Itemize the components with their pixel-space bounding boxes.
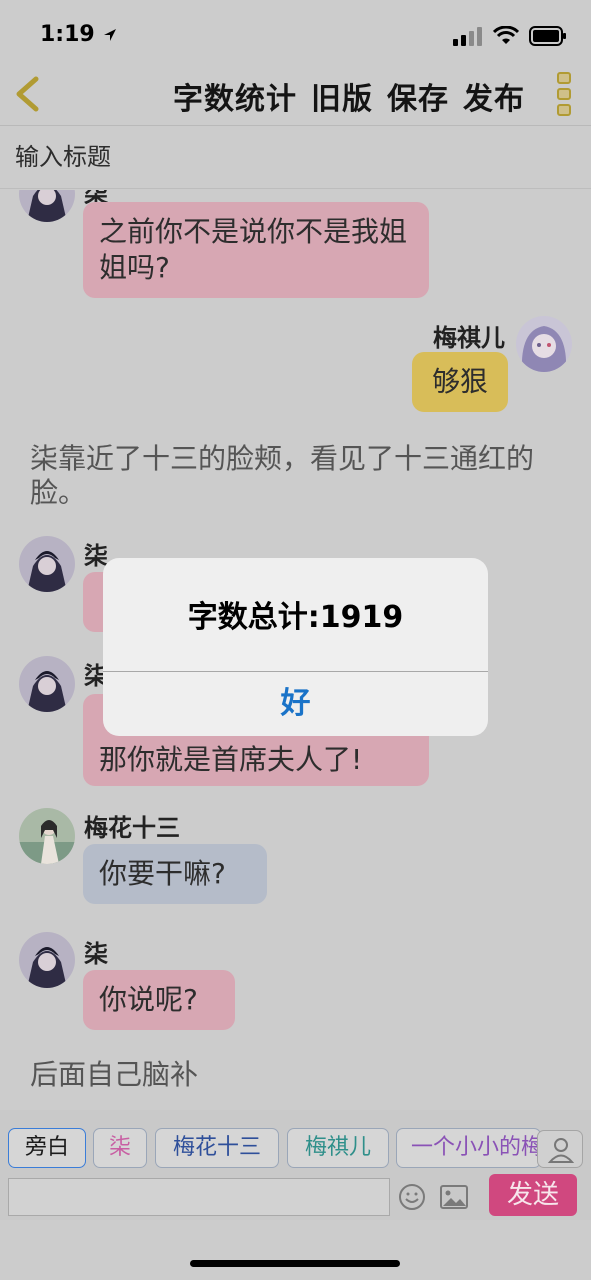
speaker-name: 梅花十三 [84, 814, 180, 842]
profile-button[interactable] [537, 1130, 583, 1168]
status-icons [453, 26, 567, 46]
publish-button[interactable]: 发布 [463, 74, 525, 118]
speaker-name: 柒 [84, 940, 108, 968]
speaker-chip-xiaoxiao[interactable]: 一个小小的梅 [396, 1128, 541, 1168]
person-icon [547, 1138, 575, 1163]
message-bubble[interactable]: 够狠 [412, 352, 508, 412]
send-button[interactable]: 发送 [489, 1174, 577, 1216]
avatar[interactable] [516, 316, 572, 372]
cellular-signal-icon [453, 27, 482, 46]
speaker-chip-narrator[interactable]: 旁白 [8, 1128, 86, 1168]
message-bubble[interactable]: 之前你不是说你不是我姐姐吗? [83, 202, 429, 298]
avatar[interactable] [19, 190, 75, 222]
title-input[interactable]: 输入标题 [0, 127, 591, 189]
avatar-image [19, 808, 75, 864]
back-button[interactable] [12, 76, 44, 112]
avatar-image [19, 656, 75, 712]
nav-bar: 字数统计 旧版 保存 发布 [0, 62, 591, 126]
composer-bar: 旁白 柒 梅花十三 梅祺儿 一个小小的梅 发送 [0, 1110, 591, 1220]
home-indicator [190, 1260, 400, 1267]
more-dot-icon [557, 72, 571, 84]
save-button[interactable]: 保存 [387, 74, 449, 118]
message-bubble[interactable]: 你说呢? [83, 970, 235, 1030]
chevron-left-icon [16, 76, 39, 112]
avatar-image [516, 316, 572, 372]
nav-actions: 字数统计 旧版 保存 发布 [173, 74, 525, 118]
avatar-image [19, 932, 75, 988]
word-count-dialog: 字数总计:1919 好 [103, 558, 488, 736]
word-count-button[interactable]: 字数统计 [173, 74, 297, 118]
avatar[interactable] [19, 536, 75, 592]
dialog-title: 字数总计:1919 [187, 600, 404, 635]
speaker-chip-meiqier[interactable]: 梅祺儿 [287, 1128, 389, 1168]
avatar-image [19, 536, 75, 592]
more-dot-icon [557, 104, 571, 116]
status-bar: 1:19 [0, 0, 591, 70]
speaker-chip-qi[interactable]: 柒 [93, 1128, 147, 1168]
message-bubble[interactable]: 你要干嘛? [83, 844, 267, 904]
wifi-icon [493, 26, 519, 44]
message-text: 那你就是首席夫人了! [99, 743, 363, 776]
avatar[interactable] [19, 656, 75, 712]
old-version-button[interactable]: 旧版 [311, 74, 373, 118]
dialog-ok-button[interactable]: 好 [103, 672, 488, 736]
avatar[interactable] [19, 808, 75, 864]
avatar-image [19, 190, 75, 222]
narration-text[interactable]: 后面自己脑补 [30, 1058, 550, 1092]
emoji-icon[interactable] [398, 1183, 426, 1211]
more-menu-button[interactable] [557, 72, 571, 116]
location-arrow-icon [104, 29, 117, 41]
narration-text[interactable]: 柒靠近了十三的脸颊，看见了十三通红的脸。 [30, 442, 550, 510]
image-icon[interactable] [440, 1184, 468, 1210]
message-input[interactable] [8, 1178, 390, 1216]
status-time: 1:19 [40, 22, 118, 47]
battery-icon [529, 26, 566, 46]
speaker-name: 梅祺儿 [433, 324, 505, 352]
avatar[interactable] [19, 932, 75, 988]
speaker-chip-meihua-shisan[interactable]: 梅花十三 [155, 1128, 279, 1168]
more-dot-icon [557, 88, 571, 100]
